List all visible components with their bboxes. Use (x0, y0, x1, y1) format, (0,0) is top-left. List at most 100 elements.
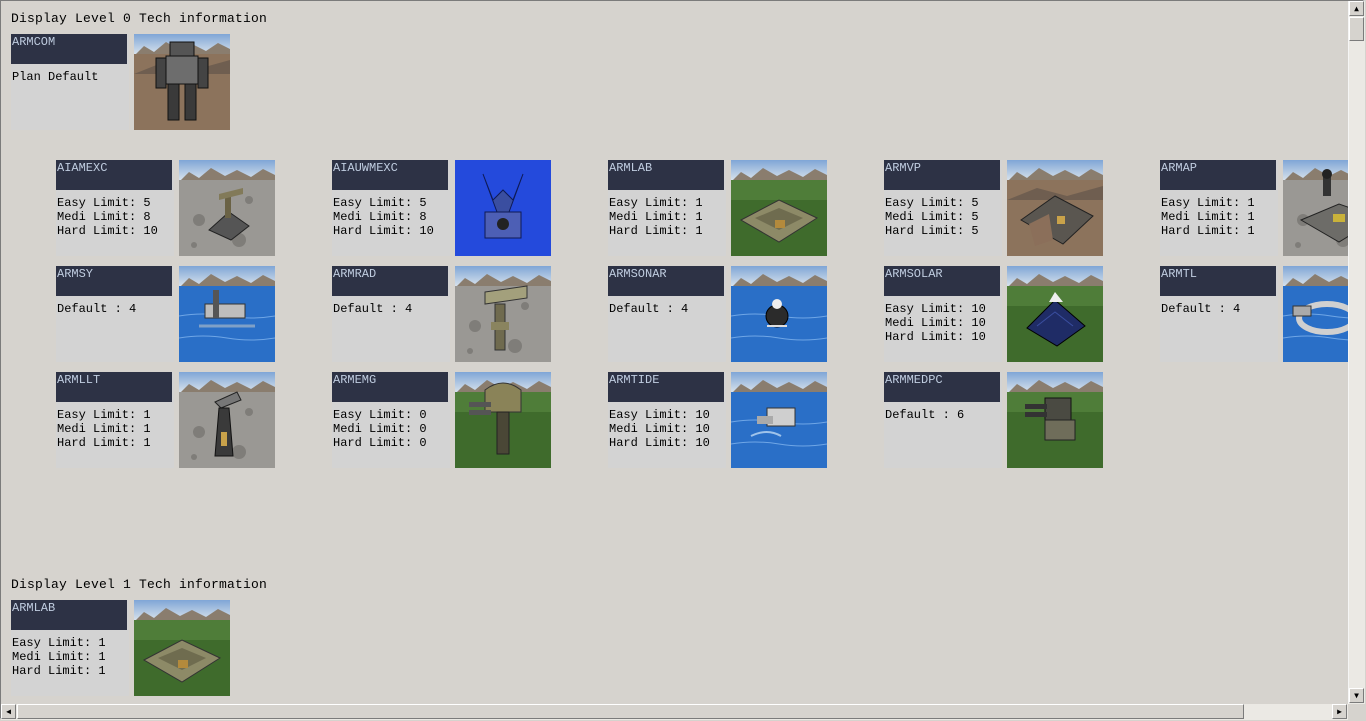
unit-limit-line: Medi Limit: 5 (885, 210, 979, 224)
unit-limit-line: Medi Limit: 1 (12, 650, 106, 664)
unit-name: ARMCOM (11, 34, 127, 64)
unit-info-panel: ARMAP Easy Limit: 1 Medi Limit: 1 Hard Limi… (1160, 160, 1278, 256)
underwater-extractor-image (455, 160, 551, 256)
unit-limit-line: Easy Limit: 1 (1161, 196, 1255, 210)
unit-limits: Default : 4 (609, 302, 688, 316)
shipyard-image (179, 266, 275, 362)
unit-limits: Default : 4 (1161, 302, 1240, 316)
unit-name: ARMTIDE (608, 372, 724, 402)
unit-card: ARMTL Default : 4 (1160, 266, 1348, 364)
kbot-lab-image (134, 600, 230, 696)
unit-name: ARMLAB (608, 160, 724, 190)
unit-card: ARMVP Easy Limit: 5 Medi Limit: 5 Hard Limi… (884, 160, 1104, 258)
sonar-buoy-image (731, 266, 827, 362)
medium-plasma-cannon-image (1007, 372, 1103, 468)
unit-limit-line: Hard Limit: 1 (57, 436, 151, 450)
radar-tower-image (455, 266, 551, 362)
unit-limit-line: Default : 4 (57, 302, 137, 316)
unit-card: ARMSY Default : 4 (56, 266, 276, 364)
unit-name: ARMLLT (56, 372, 172, 402)
unit-info-panel: ARMLLT Easy Limit: 1 Medi Limit: 1 Hard Lim… (56, 372, 174, 468)
unit-limits: Default : 6 (885, 408, 964, 422)
unit-limit-line: Easy Limit: 1 (57, 408, 151, 422)
unit-name: ARMSONAR (608, 266, 724, 296)
unit-limit-line: Medi Limit: 1 (57, 422, 151, 436)
unit-card: ARMMEDPC Default : 6 (884, 372, 1104, 470)
unit-limit-line: Easy Limit: 1 (12, 636, 106, 650)
unit-card: ARMRAD Default : 4 (332, 266, 552, 364)
unit-info-panel: ARMVP Easy Limit: 5 Medi Limit: 5 Hard Limi… (884, 160, 1002, 256)
unit-limit-line: Easy Limit: 5 (885, 196, 979, 210)
unit-limit-line: Medi Limit: 8 (57, 210, 151, 224)
metal-extractor-image (179, 160, 275, 256)
unit-info-panel: ARMSONAR Default : 4 (608, 266, 726, 362)
unit-limit-line: Easy Limit: 5 (57, 196, 151, 210)
light-laser-tower-image (179, 372, 275, 468)
unit-card: ARMLAB Easy Limit: 1 Medi Limit: 1 Hard Lim… (608, 160, 828, 258)
unit-card: ARMTIDE Easy Limit: 10 Medi Limit: 10 Hard … (608, 372, 828, 470)
unit-limits: Easy Limit: 1 Medi Limit: 1 Hard Limit: 1 (1161, 196, 1255, 238)
unit-limit-line: Plan Default (12, 70, 99, 84)
kbot-lab-image (731, 160, 827, 256)
vertical-scroll-thumb[interactable] (1349, 17, 1364, 41)
scroll-down-button[interactable]: ▼ (1349, 688, 1364, 703)
scroll-left-button[interactable]: ◀ (1, 704, 16, 719)
unit-info-panel: ARMSOLAR Easy Limit: 10 Medi Limit: 10 Hard… (884, 266, 1002, 362)
air-plant-image (1283, 160, 1348, 256)
solar-collector-image (1007, 266, 1103, 362)
unit-limits: Easy Limit: 1 Medi Limit: 1 Hard Limit: 1 (57, 408, 151, 450)
unit-info-panel: ARMTL Default : 4 (1160, 266, 1278, 362)
unit-limit-line: Hard Limit: 1 (12, 664, 106, 678)
unit-info-panel: ARMLAB Easy Limit: 1 Medi Limit: 1 Hard Lim… (11, 600, 129, 696)
unit-info-panel: ARMSY Default : 4 (56, 266, 174, 362)
unit-limits: Easy Limit: 10 Medi Limit: 10 Hard Limit: … (885, 302, 986, 344)
unit-name: ARMSOLAR (884, 266, 1000, 296)
unit-limits: Plan Default (12, 70, 98, 84)
scroll-right-button[interactable]: ▶ (1332, 704, 1347, 719)
horizontal-scrollbar[interactable]: ◀ ▶ (1, 704, 1348, 720)
unit-info-panel: ARMTIDE Easy Limit: 10 Medi Limit: 10 Hard … (608, 372, 726, 468)
unit-limit-line: Medi Limit: 1 (1161, 210, 1255, 224)
unit-limit-line: Medi Limit: 10 (609, 422, 710, 436)
unit-name: ARMSY (56, 266, 172, 296)
unit-name: ARMVP (884, 160, 1000, 190)
unit-limit-line: Medi Limit: 0 (333, 422, 427, 436)
unit-limit-line: Easy Limit: 5 (333, 196, 427, 210)
scroll-up-button[interactable]: ▲ (1349, 1, 1364, 16)
unit-limit-line: Easy Limit: 10 (609, 408, 710, 422)
unit-limit-line: Hard Limit: 0 (333, 436, 427, 450)
unit-limit-line: Hard Limit: 10 (57, 224, 158, 238)
unit-limits: Default : 4 (57, 302, 136, 316)
unit-name: ARMMEDPC (884, 372, 1000, 402)
unit-name: ARMRAD (332, 266, 448, 296)
unit-limit-line: Hard Limit: 5 (885, 224, 979, 238)
section-title-level-0: Display Level 0 Tech information (11, 11, 268, 26)
torpedo-launcher-image (1283, 266, 1348, 362)
unit-info-panel: ARMCOM Plan Default (11, 34, 129, 130)
unit-limits: Easy Limit: 10 Medi Limit: 10 Hard Limit: … (609, 408, 710, 450)
unit-limit-line: Default : 6 (885, 408, 965, 422)
unit-card: ARMEMG Easy Limit: 0 Medi Limit: 0 Hard Lim… (332, 372, 552, 470)
unit-limit-line: Medi Limit: 10 (885, 316, 986, 330)
emg-turret-image (455, 372, 551, 468)
horizontal-scroll-thumb[interactable] (17, 704, 1244, 719)
unit-limit-line: Hard Limit: 1 (1161, 224, 1255, 238)
unit-limit-line: Medi Limit: 1 (609, 210, 703, 224)
unit-limit-line: Easy Limit: 0 (333, 408, 427, 422)
unit-limit-line: Hard Limit: 10 (885, 330, 986, 344)
section-title-level-1: Display Level 1 Tech information (11, 577, 268, 592)
vertical-scrollbar[interactable]: ▲ ▼ (1348, 1, 1365, 704)
unit-limit-line: Hard Limit: 1 (609, 224, 703, 238)
unit-card: AIAUWMEXC Easy Limit: 5 Medi Limit: 8 Hard … (332, 160, 552, 258)
unit-name: AIAMEXC (56, 160, 172, 190)
unit-info-panel: ARMLAB Easy Limit: 1 Medi Limit: 1 Hard Lim… (608, 160, 726, 256)
unit-limits: Easy Limit: 1 Medi Limit: 1 Hard Limit: 1 (12, 636, 106, 678)
unit-card: ARMLLT Easy Limit: 1 Medi Limit: 1 Hard Lim… (56, 372, 276, 470)
vehicle-plant-image (1007, 160, 1103, 256)
unit-info-panel: AIAUWMEXC Easy Limit: 5 Medi Limit: 8 Hard … (332, 160, 450, 256)
unit-limits: Easy Limit: 5 Medi Limit: 5 Hard Limit: 5 (885, 196, 979, 238)
unit-limit-line: Hard Limit: 10 (333, 224, 434, 238)
unit-info-panel: ARMMEDPC Default : 6 (884, 372, 1002, 468)
unit-name: AIAUWMEXC (332, 160, 448, 190)
unit-limits: Default : 4 (333, 302, 412, 316)
